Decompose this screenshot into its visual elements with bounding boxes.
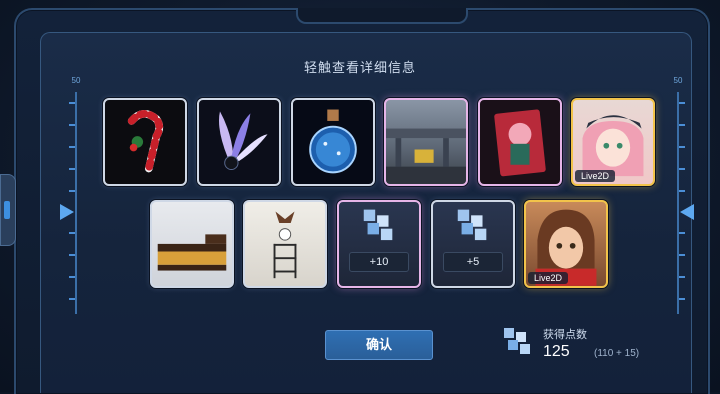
reward-tile-background[interactable] — [384, 98, 468, 186]
top-notch — [296, 8, 468, 24]
feather-ornament-icon — [218, 111, 268, 170]
points-detail: (110 + 15) — [594, 348, 640, 359]
page-title: 轻触查看详细信息 — [303, 60, 416, 75]
potion-bottle-icon — [309, 109, 357, 174]
reward-tile-live2d-portrait[interactable]: Live2D — [571, 98, 655, 186]
candy-cane-icon — [127, 110, 164, 173]
side-tab[interactable] — [0, 174, 16, 246]
reward-tile-candy-cane[interactable] — [103, 98, 187, 186]
item-count: +10 — [349, 252, 409, 272]
left-gauge: 50 — [68, 76, 84, 316]
furniture-shelf — [273, 211, 297, 279]
gauge-value: 50 — [673, 76, 683, 85]
reward-tile-cube-10[interactable]: +10 — [337, 200, 421, 288]
reward-tile-potion[interactable] — [291, 98, 375, 186]
character-card — [494, 109, 546, 177]
reward-tile-cube-5[interactable]: +5 — [431, 200, 515, 288]
right-gauge: 50 — [670, 76, 686, 316]
live2d-badge: Live2D — [528, 272, 569, 284]
reward-tile-card[interactable] — [478, 98, 562, 186]
gauge-value: 50 — [71, 76, 81, 85]
confirm-button[interactable]: 确认 — [325, 330, 433, 360]
points-label: 获得点数 — [543, 329, 587, 341]
right-arrow-icon — [680, 204, 694, 220]
item-count: +5 — [443, 252, 503, 272]
reward-tile-shelf[interactable] — [243, 200, 327, 288]
reward-tile-bench[interactable] — [150, 200, 234, 288]
points-value: 125 — [543, 343, 570, 360]
city-street-background — [386, 128, 466, 184]
live2d-badge: Live2D — [575, 170, 616, 182]
furniture-bench — [157, 234, 227, 271]
cube-icon — [363, 209, 393, 241]
points-cube-icon — [504, 328, 530, 354]
reward-tile-live2d-portrait-2[interactable]: Live2D — [524, 200, 608, 288]
cube-icon — [457, 209, 487, 241]
left-arrow-icon — [60, 204, 74, 220]
reward-tile-feather[interactable] — [197, 98, 281, 186]
